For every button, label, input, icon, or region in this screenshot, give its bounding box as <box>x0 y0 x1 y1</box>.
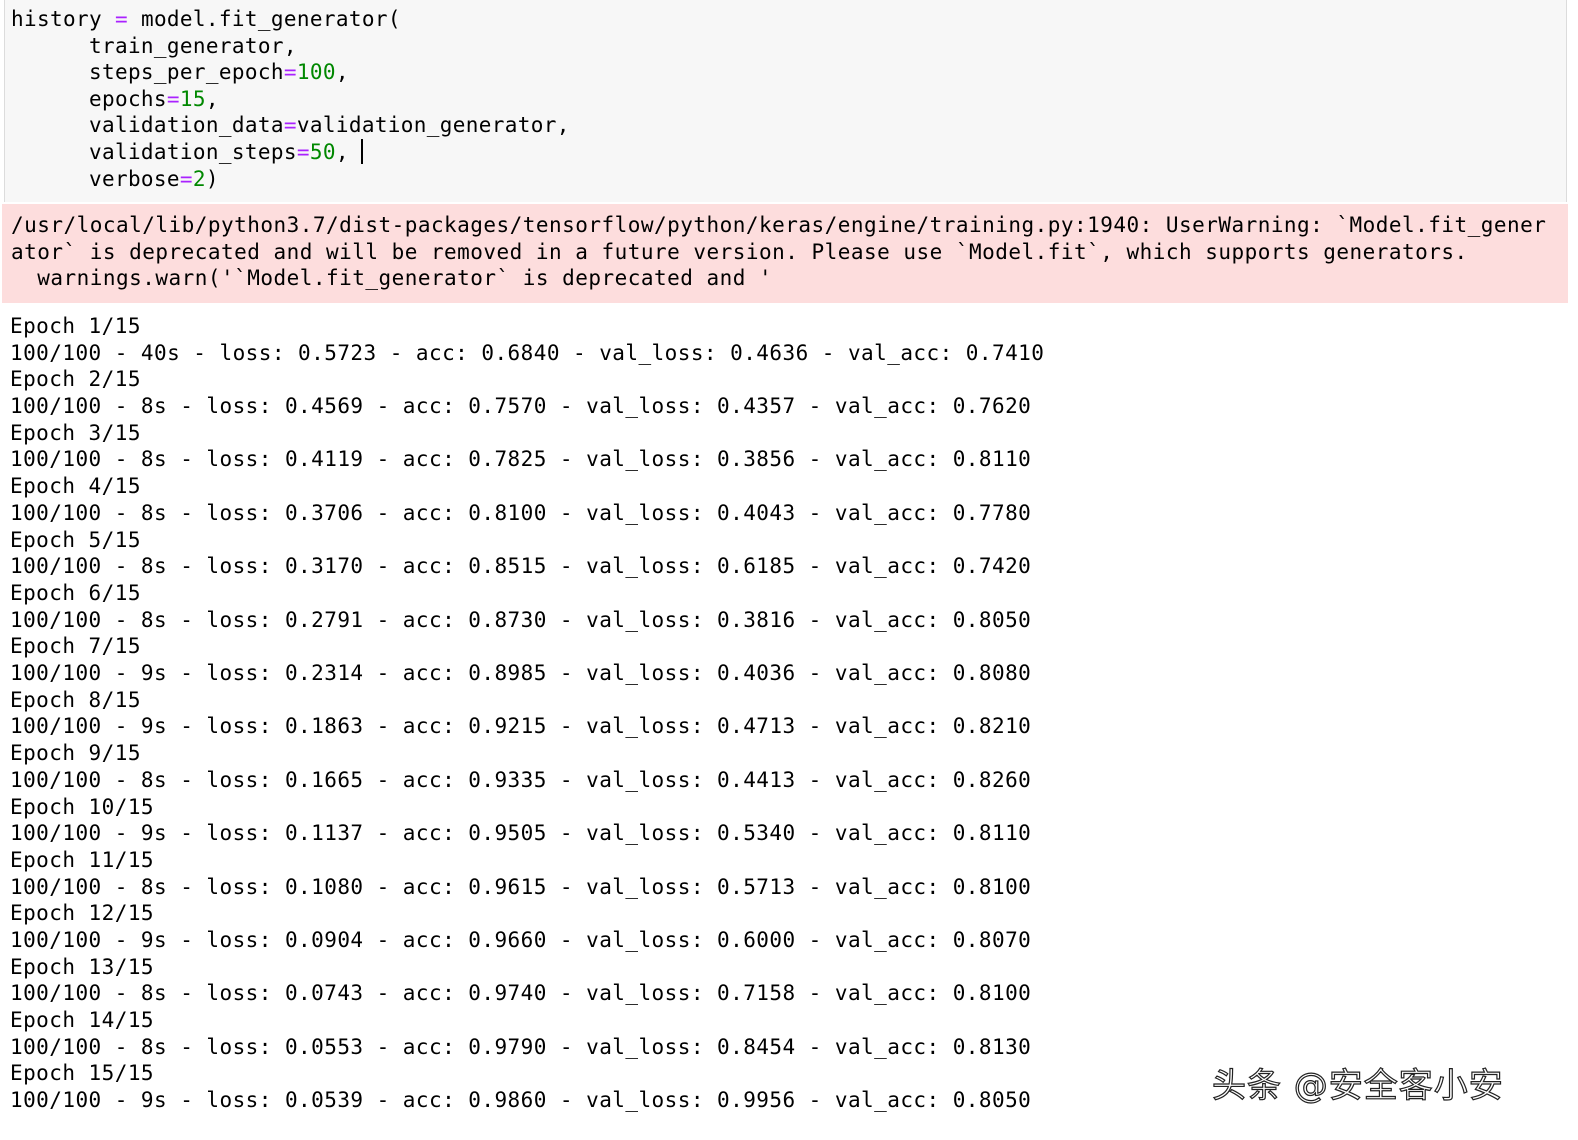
epoch-header: Epoch 15/15 <box>10 1061 155 1086</box>
epoch-entry: Epoch 13/15 100/100 - 8s - loss: 0.0743 … <box>10 954 1044 1007</box>
epoch-metrics: 100/100 - 9s - loss: 0.0539 - acc: 0.986… <box>10 1088 1032 1113</box>
code-line: verbose=2) <box>11 167 219 191</box>
stderr-output: /usr/local/lib/python3.7/dist-packages/t… <box>2 204 1568 303</box>
epoch-entry: Epoch 2/15 100/100 - 8s - loss: 0.4569 -… <box>10 366 1044 419</box>
watermark: 头条 @安全客小安 <box>1211 1065 1504 1106</box>
epoch-metrics: 100/100 - 8s - loss: 0.4119 - acc: 0.782… <box>10 447 1032 472</box>
epoch-header: Epoch 8/15 <box>10 687 141 712</box>
warning-line: warnings.warn('`Model.fit_generator` is … <box>11 266 773 290</box>
epoch-metrics: 100/100 - 8s - loss: 0.3706 - acc: 0.810… <box>10 500 1032 525</box>
epoch-entry: Epoch 7/15 100/100 - 9s - loss: 0.2314 -… <box>10 633 1044 686</box>
epoch-metrics: 100/100 - 9s - loss: 0.0904 - acc: 0.966… <box>10 927 1032 952</box>
epoch-entry: Epoch 9/15 100/100 - 8s - loss: 0.1665 -… <box>10 740 1044 793</box>
epoch-metrics: 100/100 - 8s - loss: 0.4569 - acc: 0.757… <box>10 394 1032 419</box>
epoch-entry: Epoch 15/15 100/100 - 9s - loss: 0.0539 … <box>10 1060 1044 1113</box>
epoch-header: Epoch 11/15 <box>10 847 155 872</box>
epoch-header: Epoch 6/15 <box>10 580 141 605</box>
code-cell[interactable]: history = model.fit_generator( train_gen… <box>4 0 1567 202</box>
epoch-header: Epoch 2/15 <box>10 367 141 392</box>
epoch-metrics: 100/100 - 8s - loss: 0.1665 - acc: 0.933… <box>10 767 1032 792</box>
epoch-metrics: 100/100 - 8s - loss: 0.0553 - acc: 0.979… <box>10 1034 1032 1059</box>
epoch-entry: Epoch 3/15 100/100 - 8s - loss: 0.4119 -… <box>10 420 1044 473</box>
warning-line: ator` is deprecated and will be removed … <box>11 240 1468 264</box>
epoch-entry: Epoch 5/15 100/100 - 8s - loss: 0.3170 -… <box>10 527 1044 580</box>
code-line: history = model.fit_generator( <box>11 7 401 31</box>
epoch-entry: Epoch 1/15 100/100 - 40s - loss: 0.5723 … <box>10 313 1044 366</box>
epoch-header: Epoch 10/15 <box>10 794 155 819</box>
code-line: steps_per_epoch=100, <box>11 60 349 84</box>
epoch-entry: Epoch 14/15 100/100 - 8s - loss: 0.0553 … <box>10 1007 1044 1060</box>
code-line: validation_data=validation_generator, <box>11 113 570 137</box>
epoch-metrics: 100/100 - 8s - loss: 0.0743 - acc: 0.974… <box>10 981 1032 1006</box>
warning-line: /usr/local/lib/python3.7/dist-packages/t… <box>11 213 1547 237</box>
epoch-header: Epoch 5/15 <box>10 527 141 552</box>
training-log: Epoch 1/15 100/100 - 40s - loss: 0.5723 … <box>10 313 1044 1114</box>
epoch-entry: Epoch 10/15 100/100 - 9s - loss: 0.1137 … <box>10 794 1044 847</box>
epoch-metrics: 100/100 - 9s - loss: 0.1863 - acc: 0.921… <box>10 714 1032 739</box>
epoch-entry: Epoch 8/15 100/100 - 9s - loss: 0.1863 -… <box>10 687 1044 740</box>
epoch-header: Epoch 14/15 <box>10 1008 155 1033</box>
epoch-metrics: 100/100 - 8s - loss: 0.2791 - acc: 0.873… <box>10 607 1032 632</box>
epoch-header: Epoch 12/15 <box>10 901 155 926</box>
epoch-header: Epoch 3/15 <box>10 420 141 445</box>
epoch-header: Epoch 4/15 <box>10 474 141 499</box>
epoch-metrics: 100/100 - 8s - loss: 0.3170 - acc: 0.851… <box>10 554 1032 579</box>
text-cursor <box>360 139 363 164</box>
epoch-header: Epoch 13/15 <box>10 954 155 979</box>
code-line: train_generator, <box>11 34 297 58</box>
epoch-metrics: 100/100 - 9s - loss: 0.1137 - acc: 0.950… <box>10 821 1032 846</box>
code-line: validation_steps=50, <box>11 139 363 166</box>
epoch-header: Epoch 1/15 <box>10 314 141 338</box>
code-line: epochs=15, <box>11 87 219 111</box>
epoch-header: Epoch 7/15 <box>10 634 141 659</box>
epoch-entry: Epoch 6/15 100/100 - 8s - loss: 0.2791 -… <box>10 580 1044 633</box>
epoch-metrics: 100/100 - 9s - loss: 0.2314 - acc: 0.898… <box>10 661 1032 686</box>
epoch-entry: Epoch 12/15 100/100 - 9s - loss: 0.0904 … <box>10 900 1044 953</box>
epoch-metrics: 100/100 - 8s - loss: 0.1080 - acc: 0.961… <box>10 874 1032 899</box>
epoch-metrics: 100/100 - 40s - loss: 0.5723 - acc: 0.68… <box>10 340 1045 365</box>
epoch-entry: Epoch 11/15 100/100 - 8s - loss: 0.1080 … <box>10 847 1044 900</box>
epoch-entry: Epoch 4/15 100/100 - 8s - loss: 0.3706 -… <box>10 473 1044 526</box>
epoch-header: Epoch 9/15 <box>10 741 141 766</box>
